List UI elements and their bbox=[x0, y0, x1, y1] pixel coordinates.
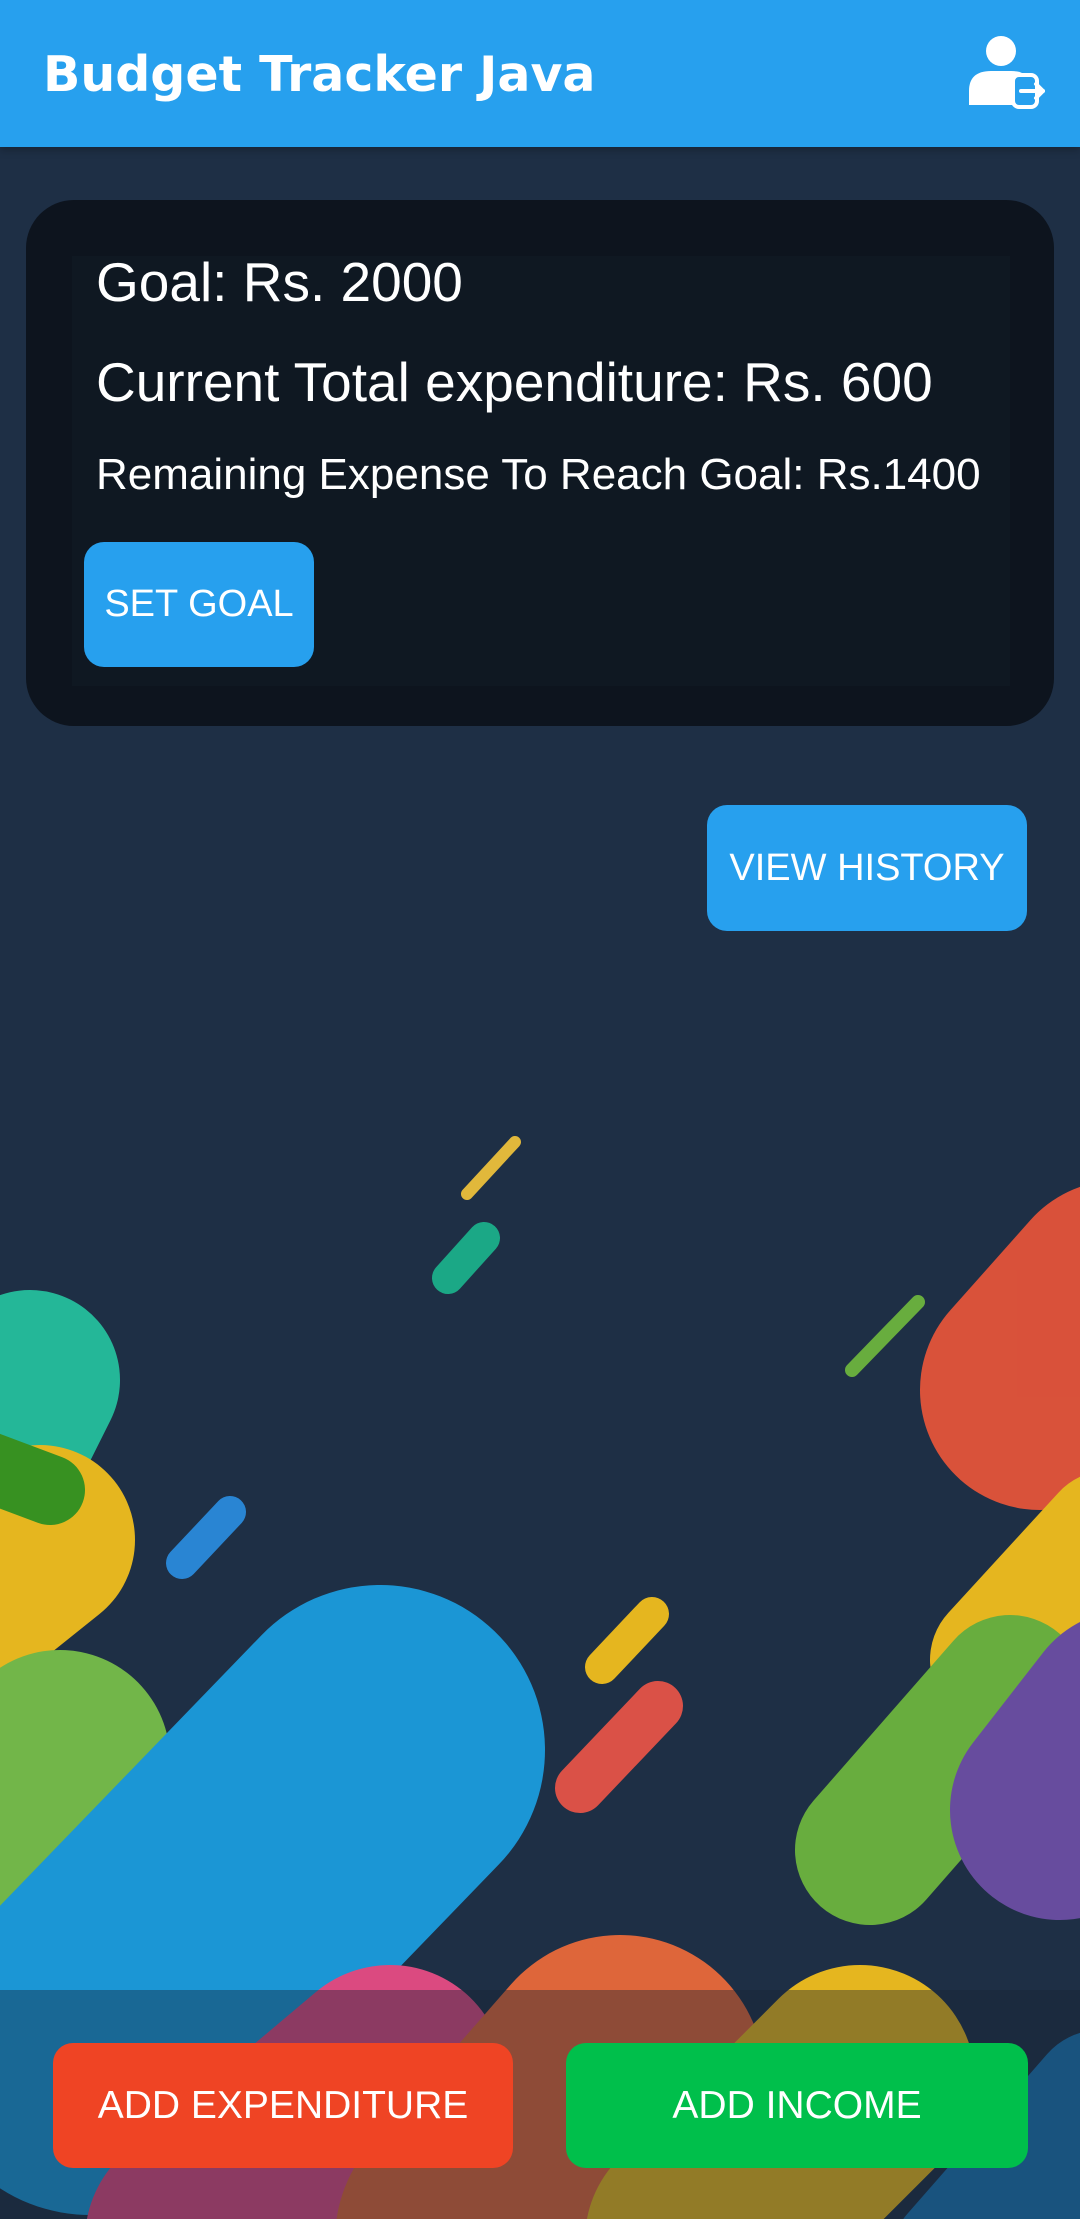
view-history-button[interactable]: VIEW HISTORY bbox=[707, 805, 1027, 931]
app-bar: Budget Tracker Java bbox=[0, 0, 1080, 147]
add-expenditure-button[interactable]: ADD EXPENDITURE bbox=[53, 2043, 513, 2168]
set-goal-button[interactable]: SET GOAL bbox=[84, 542, 314, 667]
goal-card: Goal: Rs. 2000 Current Total expenditure… bbox=[26, 200, 1054, 726]
goal-amount: Goal: Rs. 2000 bbox=[96, 251, 463, 313]
app-title: Budget Tracker Java bbox=[43, 46, 596, 103]
person-logout-icon[interactable] bbox=[965, 33, 1045, 113]
current-total-expenditure: Current Total expenditure: Rs. 600 bbox=[96, 351, 933, 413]
remaining-expense: Remaining Expense To Reach Goal: Rs.1400 bbox=[96, 450, 981, 499]
add-income-button[interactable]: ADD INCOME bbox=[566, 2043, 1028, 2168]
